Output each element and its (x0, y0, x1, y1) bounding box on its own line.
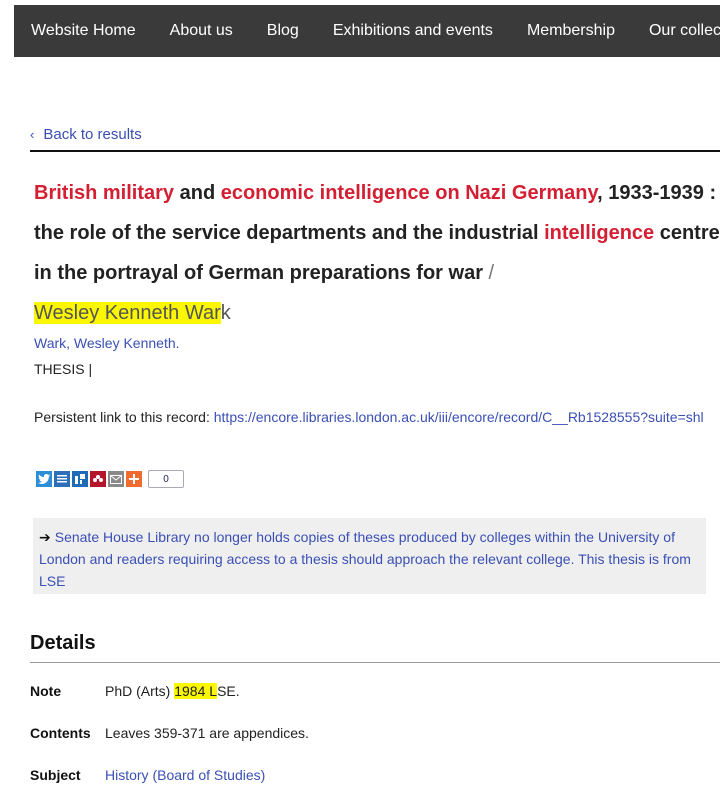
twitter-icon[interactable] (36, 471, 52, 487)
note-value: PhD (Arts) 1984 LSE. (105, 683, 240, 699)
detail-row-note: Note PhD (Arts) 1984 LSE. (30, 683, 240, 699)
author-link[interactable]: Wark, Wesley Kenneth. (34, 335, 180, 351)
persistent-url[interactable]: https://encore.libraries.london.ac.uk/ii… (214, 409, 704, 425)
back-label: Back to results (43, 126, 142, 143)
record-title: British military and economic intelligen… (34, 173, 720, 333)
top-nav: Website Home About us Blog Exhibitions a… (14, 5, 720, 57)
share-bar: 0 (36, 470, 184, 488)
note-text: PhD (Arts) (105, 683, 175, 699)
persistent-label: Persistent link to this record: (34, 409, 214, 425)
details-heading: Details (30, 632, 96, 654)
back-to-results-link[interactable]: ‹ Back to results (30, 126, 142, 143)
title-keyword: economic intelligence on Nazi Germany (220, 182, 598, 204)
title-author: Wesley Kenneth Wark (34, 302, 231, 324)
divider (30, 662, 720, 663)
note-highlight: 1984 L (174, 683, 218, 699)
title-keyword: intelligence (544, 222, 655, 244)
share-plus-icon[interactable] (126, 471, 142, 487)
mendeley-icon[interactable] (90, 471, 106, 487)
nav-exhibitions[interactable]: Exhibitions and events (316, 22, 510, 40)
email-icon[interactable] (108, 471, 124, 487)
subject-label: Subject (30, 767, 81, 783)
nav-about-us[interactable]: About us (153, 22, 250, 40)
author-highlight: Wesley Kenneth War (34, 302, 221, 324)
detail-row-contents: Contents Leaves 359-371 are appendices. (30, 725, 309, 741)
print-icon[interactable] (54, 471, 70, 487)
note-text: SE. (217, 683, 240, 699)
contents-value: Leaves 359-371 are appendices. (105, 725, 309, 741)
author-rest: k (220, 302, 231, 324)
note-label: Note (30, 683, 62, 699)
nav-our-collections[interactable]: Our collectio (632, 22, 720, 40)
contents-label: Contents (30, 725, 91, 741)
nav-website-home[interactable]: Website Home (14, 22, 153, 40)
persistent-link: Persistent link to this record: https://… (34, 405, 714, 429)
nav-blog[interactable]: Blog (250, 22, 316, 40)
title-slash: / (482, 262, 495, 284)
nav-membership[interactable]: Membership (510, 22, 632, 40)
title-keyword: British military (34, 182, 175, 204)
detail-row-subject: Subject History (Board of Studies) (30, 767, 265, 783)
arrow-right-icon: ➔ (39, 529, 51, 545)
share-count: 0 (148, 470, 184, 488)
title-text: and (174, 182, 221, 204)
divider (30, 150, 720, 152)
chevron-left-icon: ‹ (30, 127, 35, 142)
format-label: THESIS | (34, 361, 93, 377)
notice-link[interactable]: Senate House Library no longer holds cop… (39, 529, 691, 589)
delicious-icon[interactable] (72, 471, 88, 487)
thesis-notice: ➔ Senate House Library no longer holds co… (33, 518, 706, 594)
subject-link[interactable]: History (Board of Studies) (105, 767, 265, 783)
